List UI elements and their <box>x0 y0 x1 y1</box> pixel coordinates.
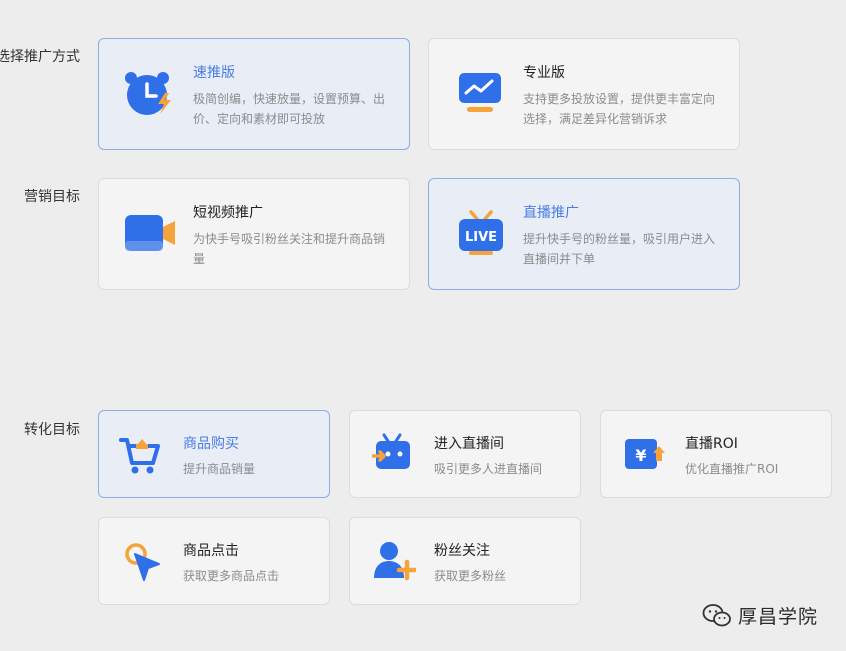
marketing-card-live-title: 直播推广 <box>523 205 579 221</box>
shopping-cart-icon <box>119 438 160 474</box>
method-card-pro-title: 专业版 <box>523 65 565 81</box>
conversion-card-live-roi-desc: 优化直播推广ROI <box>685 462 779 476</box>
conversion-card-purchase[interactable]: 商品购买 提升商品销量 <box>98 410 330 498</box>
conversion-card-purchase-desc: 提升商品销量 <box>183 462 256 476</box>
enter-live-room-icon <box>372 433 410 469</box>
conversion-card-enter-live-desc: 吸引更多人进直播间 <box>434 462 543 476</box>
watermark: 厚昌学院 <box>702 602 818 629</box>
monitor-chart-icon <box>459 73 501 112</box>
marketing-card-short-video-desc: 为快手号吸引粉丝关注和提升商品销量 <box>193 232 386 266</box>
method-card-pro[interactable]: 专业版 支持更多投放设置，提供更丰富定向选择，满足差异化营销诉求 <box>428 38 740 150</box>
method-card-quick-title: 速推版 <box>193 65 235 81</box>
conversion-card-product-click-title: 商品点击 <box>183 543 239 559</box>
conversion-card-product-click-desc: 获取更多商品点击 <box>183 569 280 583</box>
marketing-card-short-video[interactable]: 短视频推广 为快手号吸引粉丝关注和提升商品销量 <box>98 178 410 290</box>
svg-text:LIVE: LIVE <box>465 230 497 245</box>
conversion-card-live-roi[interactable]: ¥ 直播ROI 优化直播推广ROI <box>600 410 832 498</box>
alarm-clock-lightning-icon <box>125 72 171 115</box>
method-card-quick[interactable]: 速推版 极简创编，快速放量，设置预算、出价、定向和素材即可投放 <box>98 38 410 150</box>
conversion-card-enter-live-title: 进入直播间 <box>434 436 504 452</box>
live-tv-icon: LIVE <box>459 210 503 255</box>
watermark-text: 厚昌学院 <box>737 606 818 628</box>
marketing-section-label: 营销目标 <box>24 189 80 205</box>
conversion-card-purchase-title: 商品购买 <box>183 436 239 452</box>
wechat-logo-icon <box>702 603 731 626</box>
marketing-card-live-desc: 提升快手号的粉丝量，吸引用户进入直播间并下单 <box>523 232 716 266</box>
conversion-card-follow[interactable]: 粉丝关注 获取更多粉丝 <box>349 517 581 605</box>
marketing-card-live[interactable]: LIVE 直播推广 提升快手号的粉丝量，吸引用户进入直播间并下单 <box>428 178 740 290</box>
add-follower-icon <box>374 542 416 581</box>
method-card-pro-desc: 支持更多投放设置，提供更丰富定向选择，满足差异化营销诉求 <box>523 92 716 126</box>
method-section-label: 选择推广方式 <box>0 49 80 65</box>
method-card-quick-desc: 极简创编，快速放量，设置预算、出价、定向和素材即可投放 <box>193 92 386 126</box>
yuan-roi-icon: ¥ <box>625 439 665 469</box>
svg-text:¥: ¥ <box>635 446 646 465</box>
conversion-card-follow-title: 粉丝关注 <box>434 543 490 559</box>
conversion-card-enter-live[interactable]: 进入直播间 吸引更多人进直播间 <box>349 410 581 498</box>
marketing-card-short-video-title: 短视频推广 <box>193 205 263 221</box>
conversion-card-follow-desc: 获取更多粉丝 <box>434 569 507 583</box>
click-cursor-icon <box>125 543 160 581</box>
conversion-card-live-roi-title: 直播ROI <box>685 436 738 452</box>
conversion-section-label: 转化目标 <box>24 422 80 438</box>
conversion-card-product-click[interactable]: 商品点击 获取更多商品点击 <box>98 517 330 605</box>
video-camera-icon <box>125 215 175 251</box>
